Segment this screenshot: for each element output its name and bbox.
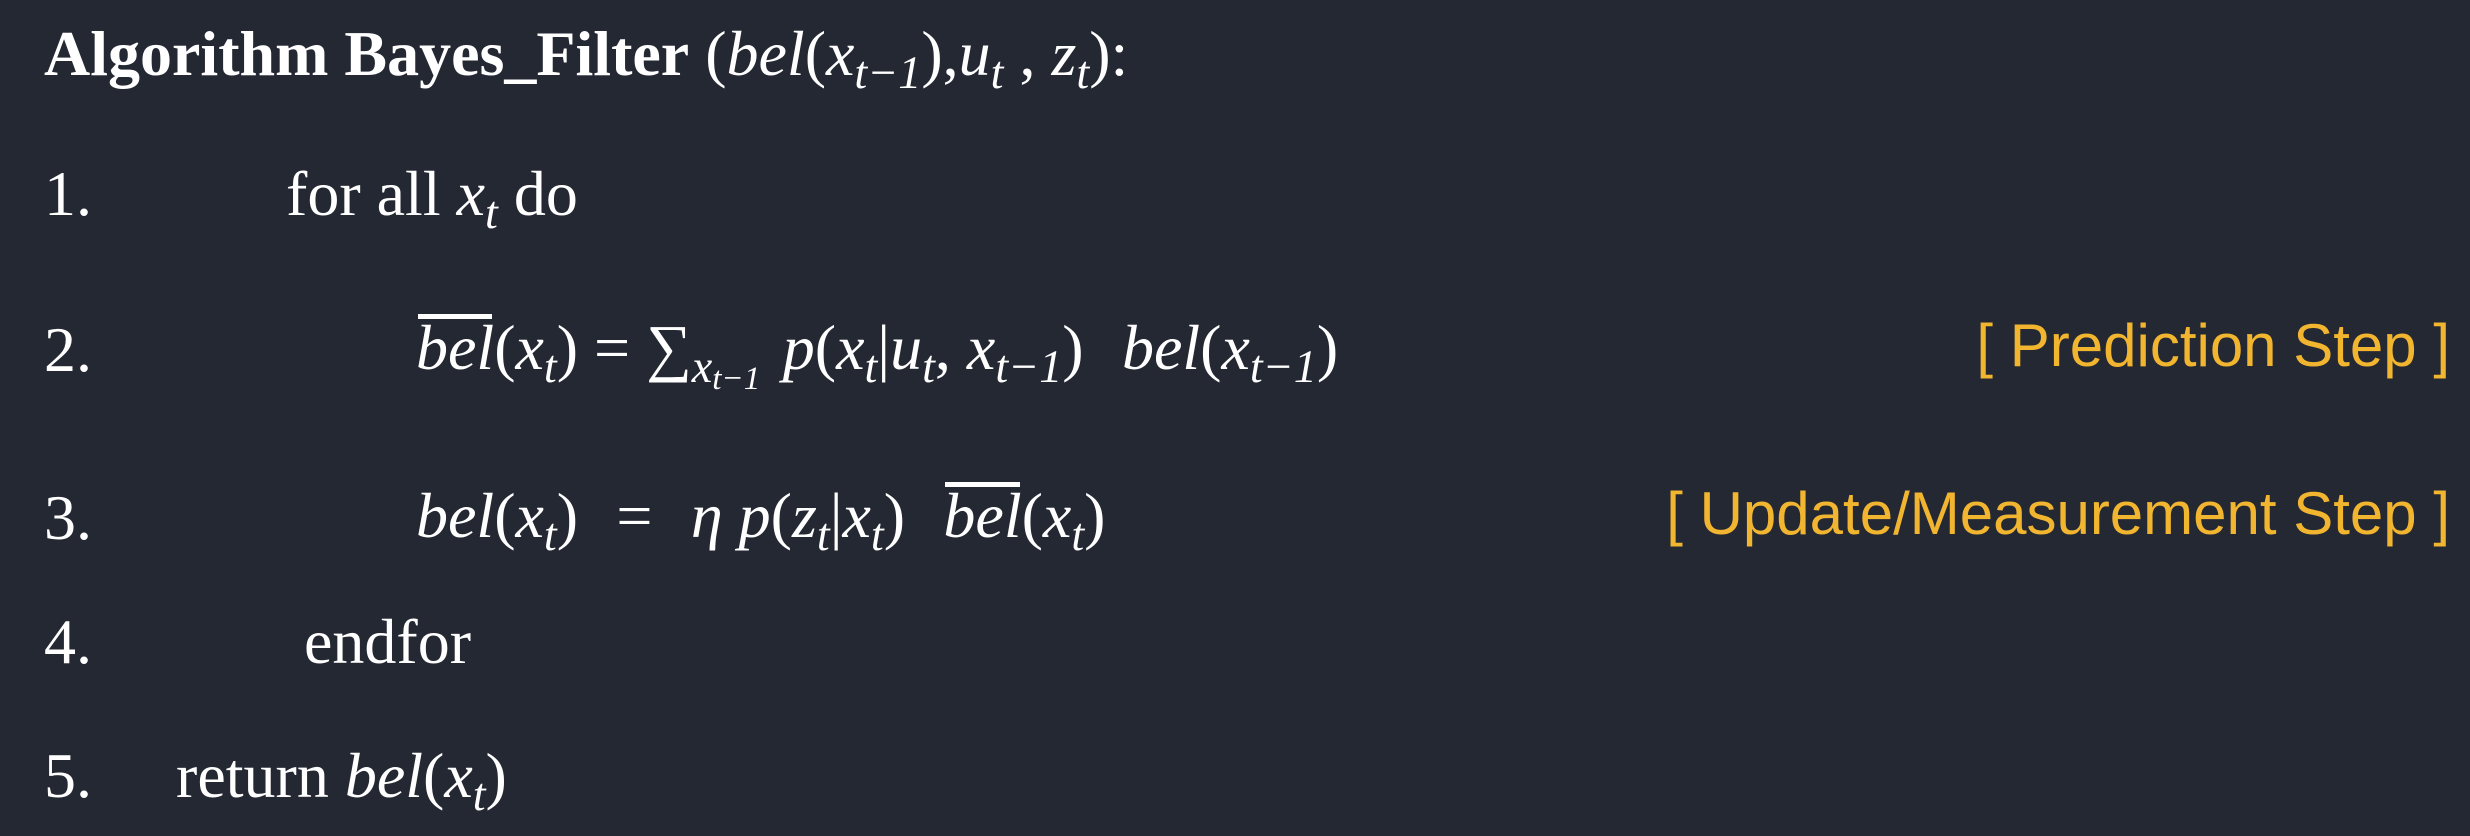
algorithm-line-3: 3. bel(xt) = η p(zt|xt) bel(xt) [ Update… [0, 464, 2470, 574]
line-number: 2. [44, 314, 92, 385]
algorithm-line-1: 1. for all xt do [0, 150, 2470, 260]
prediction-step-label: [ Prediction Step ] [1976, 312, 2450, 379]
line-number: 5. [44, 740, 92, 811]
algorithm-signature: (bel(xt−1),ut , zt): [705, 18, 1129, 98]
line-number: 3. [44, 482, 92, 553]
algorithm-line-2: 2. bel(xt) = ∑xt−1 p(xt|ut, xt−1) bel(xt−… [0, 298, 2470, 408]
update-equation: bel(xt) = η p(zt|xt) bel(xt) [416, 480, 1106, 560]
algorithm-title: Algorithm Bayes_Filter (bel(xt−1),ut , z… [44, 22, 1128, 96]
algorithm-line-5: 5. return bel(xt) [0, 726, 2470, 836]
line-number: 4. [44, 606, 92, 677]
line-text-for-all: for all xt do [286, 158, 578, 238]
line-number: 1. [44, 158, 92, 229]
algorithm-keyword: Algorithm [44, 18, 329, 89]
prediction-equation: bel(xt) = ∑xt−1 p(xt|ut, xt−1) bel(xt−1) [416, 312, 1339, 398]
update-step-label: [ Update/Measurement Step ] [1666, 480, 2450, 547]
algorithm-line-4: 4. endfor [0, 606, 2470, 716]
line-text-endfor: endfor [304, 606, 472, 677]
algorithm-header: Algorithm Bayes_Filter (bel(xt−1),ut , z… [0, 10, 2470, 120]
line-text-return: return bel(xt) [176, 740, 507, 820]
algorithm-name: Bayes_Filter [344, 18, 690, 89]
